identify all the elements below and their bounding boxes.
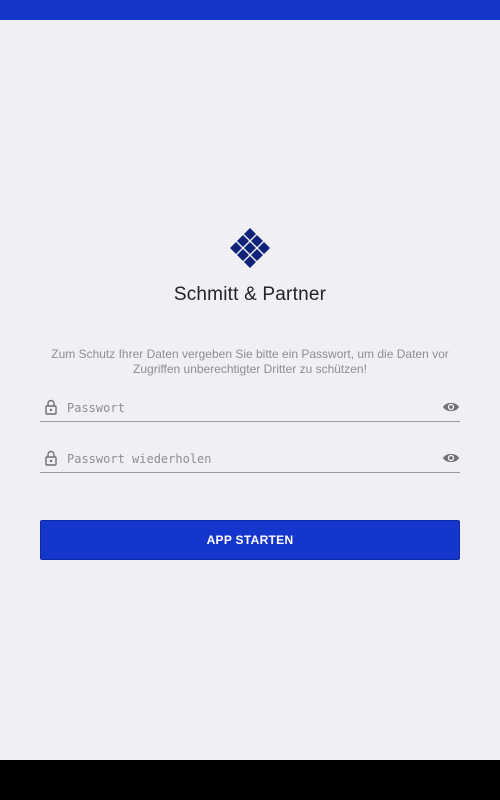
start-app-button[interactable]: APP STARTEN [40, 520, 460, 560]
password-input[interactable] [67, 398, 427, 418]
brand-logo-icon [0, 226, 500, 272]
password-field[interactable] [40, 394, 460, 422]
lock-icon [45, 399, 57, 415]
password-repeat-field[interactable] [40, 445, 460, 473]
navigation-bar [0, 760, 500, 800]
brand-name: Schmitt & Partner [173, 284, 327, 305]
status-bar [0, 0, 500, 20]
password-repeat-input[interactable] [67, 449, 427, 469]
intro-text: Zum Schutz Ihrer Daten vergeben Sie bitt… [51, 347, 449, 376]
lock-icon [45, 450, 57, 466]
eye-icon[interactable] [442, 451, 460, 465]
eye-icon[interactable] [442, 400, 460, 414]
